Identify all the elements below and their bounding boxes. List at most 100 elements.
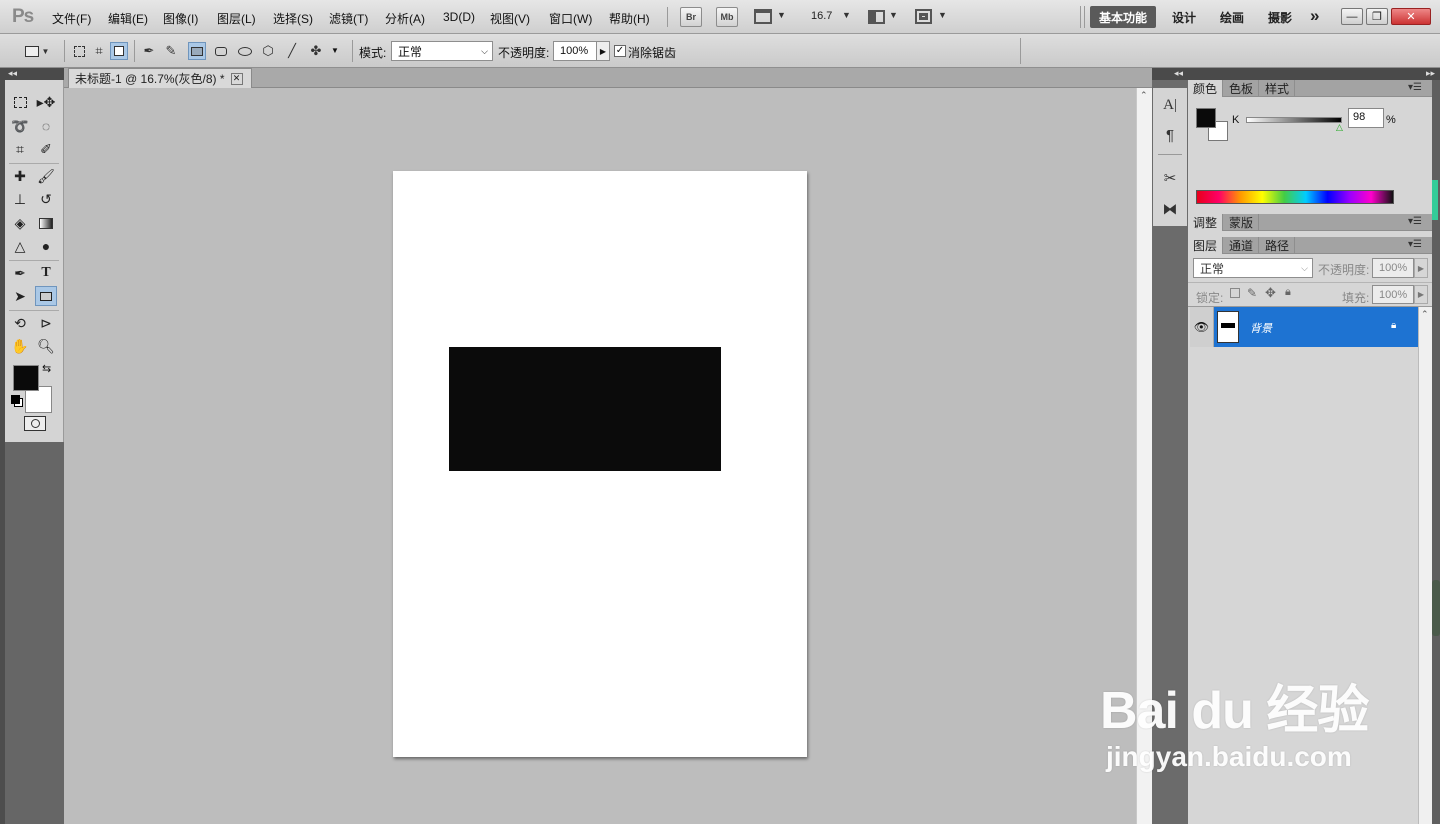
- restore-button[interactable]: ❐: [1366, 8, 1388, 25]
- opacity-input[interactable]: 100%: [553, 41, 597, 61]
- crop-tool-icon[interactable]: ⌗: [9, 139, 31, 159]
- antialias-checkbox[interactable]: ✓: [614, 45, 626, 57]
- rounded-rectangle-icon[interactable]: [212, 42, 230, 60]
- chevron-down-icon[interactable]: ▼: [331, 46, 339, 55]
- arrange-documents-icon[interactable]: [868, 10, 885, 24]
- hand-tool-icon[interactable]: ✋: [9, 336, 31, 356]
- path-selection-icon[interactable]: ➤: [9, 286, 31, 306]
- dodge-tool-icon[interactable]: ●: [35, 236, 57, 256]
- clone-stamp-icon[interactable]: ⊥: [9, 189, 31, 209]
- close-tab-icon[interactable]: ✕: [230, 72, 243, 85]
- tool-presets-icon[interactable]: ✂: [1153, 165, 1187, 191]
- chevron-down-icon[interactable]: ▼: [842, 10, 851, 20]
- zoom-level[interactable]: 16.7: [811, 10, 832, 22]
- quick-selection-icon[interactable]: ◌: [35, 116, 57, 136]
- brush-tool-icon[interactable]: 🖌: [35, 166, 57, 186]
- workspace-photography-button[interactable]: 摄影: [1268, 9, 1292, 26]
- edge-handle[interactable]: [1432, 580, 1440, 636]
- lock-position-icon[interactable]: ✥: [1265, 285, 1276, 301]
- fill-slider-button[interactable]: ▶: [1414, 285, 1428, 304]
- minimize-button[interactable]: —: [1341, 8, 1363, 25]
- workspace-essentials-button[interactable]: 基本功能: [1090, 6, 1156, 28]
- paragraph-panel-icon[interactable]: ¶: [1153, 122, 1187, 148]
- lock-transparent-icon[interactable]: [1230, 288, 1240, 298]
- tab-masks[interactable]: 蒙版: [1224, 214, 1260, 231]
- tool-preset-picker[interactable]: ▼: [22, 42, 52, 60]
- clone-source-icon[interactable]: ⧓: [1153, 196, 1187, 222]
- panel-menu-icon[interactable]: ▾☰: [1408, 239, 1422, 250]
- layer-blend-mode-select[interactable]: 正常 ⌵: [1193, 258, 1313, 278]
- tab-color[interactable]: 颜色: [1188, 80, 1224, 97]
- lock-all-icon[interactable]: 🔒︎: [1285, 286, 1291, 299]
- pen-tool-icon[interactable]: ✒: [9, 263, 31, 283]
- tab-channels[interactable]: 通道: [1224, 237, 1260, 254]
- gradient-tool-icon[interactable]: [35, 213, 57, 233]
- rectangle-tool-icon[interactable]: [35, 286, 57, 306]
- color-spectrum-bar[interactable]: [1196, 190, 1394, 204]
- document-tab[interactable]: 未标题-1 @ 16.7%(灰色/8) * ✕: [68, 68, 252, 88]
- chevron-down-icon[interactable]: ▼: [777, 10, 786, 20]
- lock-pixels-icon[interactable]: ✎: [1247, 286, 1257, 300]
- ellipse-tool-icon[interactable]: [236, 42, 254, 60]
- view-extras-icon[interactable]: [754, 9, 772, 24]
- close-button[interactable]: ✕: [1391, 8, 1431, 25]
- menu-window[interactable]: 窗口(W): [549, 10, 592, 27]
- more-workspaces-button[interactable]: »: [1310, 6, 1319, 26]
- menu-view[interactable]: 视图(V): [490, 10, 530, 27]
- tab-paths[interactable]: 路径: [1260, 237, 1296, 254]
- tab-adjustments[interactable]: 调整: [1188, 214, 1224, 231]
- menu-edit[interactable]: 编辑(E): [108, 10, 148, 27]
- screen-mode-icon[interactable]: [915, 9, 932, 24]
- menu-select[interactable]: 选择(S): [273, 10, 313, 27]
- chevron-down-icon[interactable]: ▼: [938, 10, 947, 20]
- type-tool-icon[interactable]: T: [35, 263, 57, 283]
- freeform-pen-icon[interactable]: ✎: [162, 42, 180, 60]
- collapse-icon[interactable]: ▸▸: [1426, 68, 1435, 79]
- swap-colors-icon[interactable]: ⇆: [42, 362, 51, 375]
- tab-swatches[interactable]: 色板: [1224, 80, 1260, 97]
- layer-name[interactable]: 背景: [1250, 320, 1272, 336]
- menu-file[interactable]: 文件(F): [52, 10, 91, 27]
- menu-layer[interactable]: 图层(L): [217, 10, 256, 27]
- chevron-down-icon[interactable]: ▼: [889, 10, 898, 20]
- k-value-input[interactable]: 98: [1348, 108, 1384, 128]
- scroll-up-icon[interactable]: ⌃: [1140, 90, 1148, 101]
- default-colors-icon[interactable]: [11, 395, 20, 404]
- slider-thumb-icon[interactable]: △: [1336, 122, 1343, 133]
- polygon-tool-icon[interactable]: ⬡: [259, 42, 277, 60]
- foreground-color-swatch[interactable]: [13, 365, 39, 391]
- character-panel-icon[interactable]: A|: [1153, 92, 1187, 118]
- panel-menu-icon[interactable]: ▾☰: [1408, 216, 1422, 227]
- blur-tool-icon[interactable]: △: [9, 236, 31, 256]
- custom-shape-icon[interactable]: ✤: [307, 42, 325, 60]
- tab-layers[interactable]: 图层: [1188, 237, 1224, 254]
- move-tool-icon[interactable]: ▸✥: [35, 92, 57, 112]
- quick-mask-icon[interactable]: [24, 416, 46, 431]
- opacity-slider-button[interactable]: ▶: [1414, 258, 1428, 278]
- rectangle-tool-icon[interactable]: [188, 42, 206, 60]
- eraser-tool-icon[interactable]: ◈: [9, 213, 31, 233]
- mini-bridge-button[interactable]: Mb: [716, 7, 738, 27]
- fill-input[interactable]: 100%: [1372, 285, 1414, 304]
- foreground-color-swatch[interactable]: [1196, 108, 1216, 128]
- pen-tool-icon[interactable]: ✒: [140, 42, 158, 60]
- tab-styles[interactable]: 样式: [1260, 80, 1296, 97]
- black-rectangle-shape[interactable]: [449, 347, 721, 471]
- eyedropper-tool-icon[interactable]: ✐: [35, 139, 57, 159]
- workspace-painting-button[interactable]: 绘画: [1220, 9, 1244, 26]
- 3d-orbit-icon[interactable]: ⊳: [35, 313, 57, 333]
- expand-icon[interactable]: ◂◂: [1174, 68, 1183, 79]
- layers-scrollbar[interactable]: ⌃: [1418, 307, 1432, 824]
- menu-3d[interactable]: 3D(D): [443, 10, 475, 24]
- k-channel-slider[interactable]: [1246, 117, 1342, 123]
- history-brush-icon[interactable]: ↺: [35, 189, 57, 209]
- menu-image[interactable]: 图像(I): [163, 10, 198, 27]
- paths-icon[interactable]: ⌗: [90, 42, 108, 60]
- menu-analysis[interactable]: 分析(A): [385, 10, 425, 27]
- menu-help[interactable]: 帮助(H): [609, 10, 650, 27]
- blend-mode-select[interactable]: 正常 ⌵: [391, 41, 493, 61]
- lasso-tool-icon[interactable]: ➰: [9, 116, 31, 136]
- visibility-eye-icon[interactable]: 👁︎: [1190, 307, 1214, 347]
- 3d-rotate-icon[interactable]: ⟲: [9, 313, 31, 333]
- healing-brush-icon[interactable]: ✚: [9, 166, 31, 186]
